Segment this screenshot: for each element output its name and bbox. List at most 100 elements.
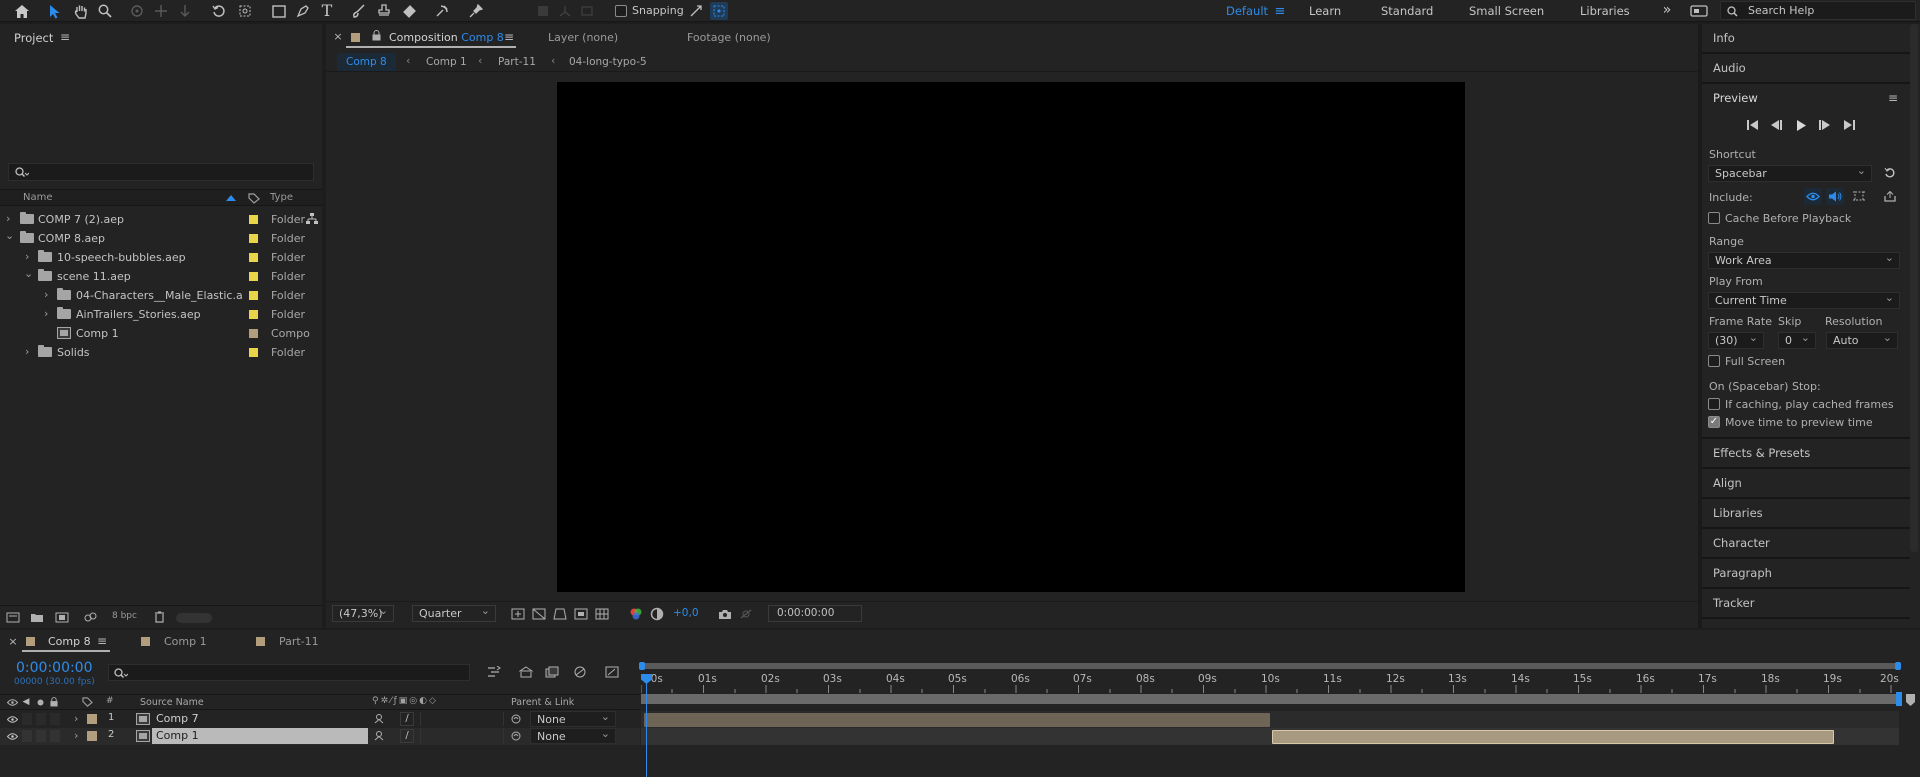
project-item[interactable]: › AinTrailers_Stories.aep Folder xyxy=(0,305,320,324)
sort-ascending-icon[interactable] xyxy=(225,192,237,204)
frame-blending-icon[interactable] xyxy=(572,664,588,680)
quality-switch[interactable]: / xyxy=(400,712,414,726)
selection-tool-icon[interactable] xyxy=(47,2,63,20)
trash-icon[interactable] xyxy=(151,609,167,625)
label-swatch[interactable] xyxy=(249,253,258,262)
composition-canvas[interactable] xyxy=(557,82,1465,592)
resolution-dropdown[interactable]: Quarter xyxy=(412,603,496,622)
breadcrumb-item[interactable]: 04-long-typo-5 xyxy=(569,56,647,68)
new-composition-icon[interactable] xyxy=(54,609,70,625)
zoom-tool-icon[interactable] xyxy=(96,2,114,20)
flowchart-icon[interactable] xyxy=(305,212,319,226)
thumbnail-slider[interactable] xyxy=(176,613,212,623)
paragraph-panel-header[interactable]: Paragraph xyxy=(1713,566,1913,580)
chevron-down-icon[interactable]: ⌄ xyxy=(24,267,33,280)
libraries-panel-header[interactable]: Libraries xyxy=(1713,506,1913,520)
frame-rate-dropdown[interactable]: (30) xyxy=(1708,330,1764,349)
breadcrumb-item[interactable]: Part-11 xyxy=(498,56,536,68)
source-name-column[interactable]: Source Name xyxy=(140,697,204,708)
eye-icon[interactable] xyxy=(6,713,18,725)
timeline-tab[interactable]: Comp 1 xyxy=(164,635,207,648)
include-external-icon[interactable] xyxy=(1882,188,1898,204)
puppet-pin-tool-icon[interactable] xyxy=(467,2,485,20)
label-swatch[interactable] xyxy=(249,234,258,243)
label-swatch[interactable] xyxy=(249,348,258,357)
align-panel-header[interactable]: Align xyxy=(1713,476,1913,490)
snapping-options-icon[interactable] xyxy=(687,2,705,20)
timeline-tab[interactable]: Part-11 xyxy=(279,635,319,648)
orbit-camera-icon[interactable] xyxy=(128,2,146,20)
mask-visibility-icon[interactable] xyxy=(552,606,568,622)
project-settings-icon[interactable] xyxy=(82,609,98,625)
parent-dropdown[interactable]: None xyxy=(530,726,616,744)
range-dropdown[interactable]: Work Area xyxy=(1708,250,1900,269)
panel-menu-icon[interactable]: ≡ xyxy=(95,634,109,648)
layer-bar-selected[interactable] xyxy=(1272,730,1834,744)
chevron-right-icon[interactable]: › xyxy=(25,250,29,263)
tab-footage[interactable]: Footage (none) xyxy=(687,31,771,44)
exposure-value[interactable]: +0,0 xyxy=(673,607,699,619)
current-time-display[interactable]: 0:00:00:00 xyxy=(768,605,862,622)
new-folder-icon[interactable] xyxy=(29,609,45,625)
last-frame-icon[interactable] xyxy=(1841,117,1857,133)
play-from-dropdown[interactable]: Current Time xyxy=(1708,290,1900,309)
panel-menu-icon[interactable]: ≡ xyxy=(502,30,516,44)
include-overlays-icon[interactable] xyxy=(1851,188,1867,204)
timeline-timecode[interactable]: 0:00:00:00 xyxy=(16,660,93,676)
include-video-icon[interactable] xyxy=(1804,188,1822,205)
brush-tool-icon[interactable] xyxy=(350,2,368,20)
quality-switch[interactable]: / xyxy=(400,729,414,743)
full-screen-checkbox[interactable] xyxy=(1708,355,1720,367)
chevron-right-icon[interactable]: › xyxy=(74,729,78,742)
interpret-footage-icon[interactable] xyxy=(5,609,21,625)
eraser-tool-icon[interactable] xyxy=(400,2,418,20)
close-icon[interactable]: × xyxy=(8,635,18,648)
tab-composition[interactable]: Composition Comp 8 xyxy=(389,31,504,44)
audio-toggle[interactable] xyxy=(22,730,32,742)
tracker-panel-header[interactable]: Tracker xyxy=(1713,596,1913,610)
search-help-field[interactable]: Search Help xyxy=(1720,1,1916,20)
reset-icon[interactable] xyxy=(1882,165,1898,181)
project-item[interactable]: › COMP 7 (2).aep Folder xyxy=(0,210,320,229)
play-icon[interactable] xyxy=(1793,117,1809,133)
preview-resolution-dropdown[interactable]: Auto xyxy=(1826,330,1898,349)
home-icon[interactable] xyxy=(12,2,32,20)
column-type[interactable]: Type xyxy=(270,192,293,203)
show-snapshot-icon[interactable] xyxy=(738,606,754,622)
previous-frame-icon[interactable] xyxy=(1768,117,1784,133)
lock-toggle[interactable] xyxy=(50,730,60,742)
transparency-grid-icon[interactable] xyxy=(531,606,547,622)
workspace-standard[interactable]: Standard xyxy=(1381,0,1433,22)
fast-previews-icon[interactable] xyxy=(510,606,526,622)
snapping-checkbox[interactable] xyxy=(615,5,627,17)
bit-depth-button[interactable]: 8 bpc xyxy=(112,611,137,621)
project-search-input[interactable] xyxy=(8,163,314,181)
parent-link-column[interactable]: Parent & Link xyxy=(511,697,574,708)
snap-feature-icon[interactable] xyxy=(710,2,728,20)
layer-name[interactable]: Comp 1 xyxy=(156,729,199,742)
layer-label-swatch[interactable] xyxy=(87,731,97,741)
color-management-icon[interactable] xyxy=(649,606,665,622)
panel-menu-icon[interactable]: ≡ xyxy=(1886,91,1900,105)
color-channels-icon[interactable] xyxy=(628,606,644,622)
snapshot-camera-icon[interactable] xyxy=(717,606,733,622)
audio-toggle[interactable] xyxy=(22,713,32,725)
effects-presets-panel-header[interactable]: Effects & Presets xyxy=(1713,446,1913,460)
roto-brush-tool-icon[interactable] xyxy=(433,2,451,20)
comp-marker-bin-icon[interactable] xyxy=(1904,693,1916,707)
layer-row-selected[interactable]: › 2 Comp 1 / None xyxy=(0,726,640,745)
switches-cells[interactable] xyxy=(420,729,504,743)
project-panel-title[interactable]: Project xyxy=(14,31,53,45)
hand-tool-icon[interactable] xyxy=(72,2,90,20)
dolly-camera-icon[interactable] xyxy=(176,2,194,20)
eye-icon[interactable] xyxy=(6,730,18,742)
layer-name[interactable]: Comp 7 xyxy=(156,712,199,725)
clone-stamp-tool-icon[interactable] xyxy=(375,2,393,20)
draft-3d-icon[interactable] xyxy=(518,664,534,680)
composition-flowchart-icon[interactable] xyxy=(486,664,502,680)
info-panel-header[interactable]: Info xyxy=(1713,31,1913,45)
preview-panel-header[interactable]: Preview xyxy=(1713,91,1913,105)
project-item[interactable]: ⌄ COMP 8.aep Folder xyxy=(0,229,320,248)
include-audio-icon[interactable] xyxy=(1826,188,1844,205)
collapse-transform-icon[interactable] xyxy=(373,730,385,742)
